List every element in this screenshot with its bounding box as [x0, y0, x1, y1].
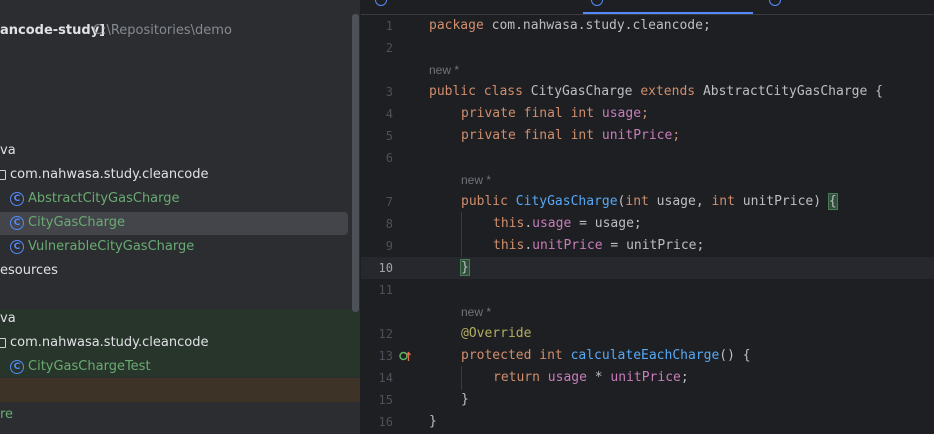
tree-item-label: VulnerableCityGasCharge [28, 239, 195, 254]
line-number: 2 [385, 41, 393, 55]
tree-item-label: AbstractCityGasCharge [28, 191, 180, 206]
project-root-name: ancode-study] [0, 23, 106, 38]
line-number: 14 [378, 371, 393, 385]
field-name: usage [601, 106, 642, 121]
code-text: usage, [648, 194, 712, 209]
editor-tab-bar [361, 0, 934, 15]
code-text: ; [641, 106, 649, 121]
keyword: int [625, 194, 649, 209]
field-name: unitPrice [601, 128, 673, 143]
code-line-4: private final int usage; [461, 103, 649, 125]
field-name: usage [532, 216, 572, 231]
code-vision-hint[interactable]: new * [429, 59, 459, 81]
indent-guide [461, 212, 462, 257]
indent-guide [461, 366, 462, 390]
field-name: unitPrice [610, 370, 681, 385]
code-text: = unitPrice; [602, 238, 705, 253]
tree-item-label: CityGasCharge [28, 215, 125, 230]
code-line-5: private final int unitPrice; [461, 125, 680, 147]
tree-item-label: com.nahwasa.study.cleancode [10, 335, 209, 350]
keyword: extends [640, 84, 696, 99]
class-tab-icon[interactable] [375, 0, 387, 6]
code-line-1: package com.nahwasa.study.cleancode; [429, 15, 711, 37]
code-text: ; [680, 370, 689, 385]
matched-brace: } [460, 259, 470, 276]
class-icon: C [10, 240, 24, 254]
tree-item-label: va [0, 311, 16, 326]
code-text: = usage; [571, 216, 642, 231]
package-icon [0, 338, 6, 348]
code-text: ; [672, 128, 681, 143]
method-name: calculateEachCharge [570, 348, 720, 363]
class-tab-icon[interactable] [591, 0, 603, 6]
keyword: package [429, 18, 484, 33]
code-vision-hint[interactable]: new * [461, 301, 491, 323]
active-tab-indicator [583, 12, 753, 14]
tree-item-label: re [0, 407, 14, 422]
line-number: 8 [385, 217, 393, 231]
keyword: return [493, 370, 540, 385]
code-line-3: public class CityGasCharge extends Abstr… [429, 81, 883, 103]
line-number: 3 [385, 85, 393, 99]
code-line-9: this.unitPrice = unitPrice; [493, 235, 704, 257]
line-number: 9 [385, 239, 393, 253]
caret-line-highlight [361, 257, 934, 279]
line-number: 5 [385, 129, 393, 143]
code-line-15: } [461, 392, 469, 407]
excluded-folder-band [0, 378, 360, 402]
method-name: CityGasCharge [515, 194, 618, 209]
code-text: . [524, 238, 533, 253]
line-number: 16 [378, 415, 393, 429]
project-root-path: C:\Repositories\demo [93, 23, 232, 38]
tree-item-label: com.nahwasa.study.cleancode [10, 167, 209, 182]
keyword: this [493, 238, 525, 253]
field-name: unitPrice [532, 238, 603, 253]
keyword: private final int [461, 106, 595, 121]
code-text: com.nahwasa.study.cleancode; [483, 18, 711, 33]
code-vision-hint[interactable]: new * [461, 169, 491, 191]
code-text: . [524, 216, 533, 231]
code-line-13: protected int calculateEachCharge() { [461, 345, 751, 367]
keyword: int [711, 194, 735, 209]
override-method-icon[interactable] [399, 350, 411, 362]
code-line-16: } [429, 414, 437, 429]
tree-item-label: CityGasChargeTest [28, 359, 151, 374]
package-icon [0, 170, 6, 180]
tree-item-label: esources [0, 263, 58, 278]
code-text: () { [719, 348, 751, 363]
keyword: this [493, 216, 525, 231]
project-scrollbar[interactable] [352, 14, 359, 312]
class-icon: C [10, 192, 24, 206]
code-line-14: return usage * unitPrice; [493, 367, 689, 389]
code-text: AbstractCityGasCharge { [695, 84, 883, 99]
line-number: 1 [385, 19, 393, 33]
project-tool-window: ancode-study] C:\Repositories\demo va co… [0, 0, 360, 434]
keyword: protected int [461, 348, 563, 363]
keyword: private final int [461, 128, 595, 143]
class-icon: C [10, 216, 24, 230]
keyword: public class [429, 84, 523, 99]
line-number: 11 [378, 283, 393, 297]
code-line-10: } [460, 257, 470, 279]
code-text: unitPrice) [734, 194, 829, 209]
line-number: 4 [385, 107, 393, 121]
line-number-current: 10 [378, 261, 393, 275]
class-tab-icon[interactable] [769, 0, 781, 6]
code-line-7: public CityGasCharge(int usage, int unit… [461, 191, 838, 213]
code-text: * [586, 370, 611, 385]
tree-item-label: va [0, 143, 16, 158]
line-number: 13 [378, 349, 393, 363]
line-number: 7 [385, 195, 393, 209]
field-name: usage [547, 370, 587, 385]
code-line-8: this.usage = usage; [493, 213, 642, 235]
matched-brace: { [827, 193, 838, 210]
line-number: 15 [378, 393, 393, 407]
line-number: 12 [378, 327, 393, 341]
class-icon: C [10, 360, 24, 374]
code-editor[interactable]: 1 2 3 4 5 6 7 8 9 10 11 12 13 14 15 16 p… [361, 0, 934, 434]
annotation: @Override [461, 326, 532, 341]
class-name: CityGasCharge [522, 84, 641, 99]
line-number: 6 [385, 151, 393, 165]
keyword: public [461, 194, 508, 209]
